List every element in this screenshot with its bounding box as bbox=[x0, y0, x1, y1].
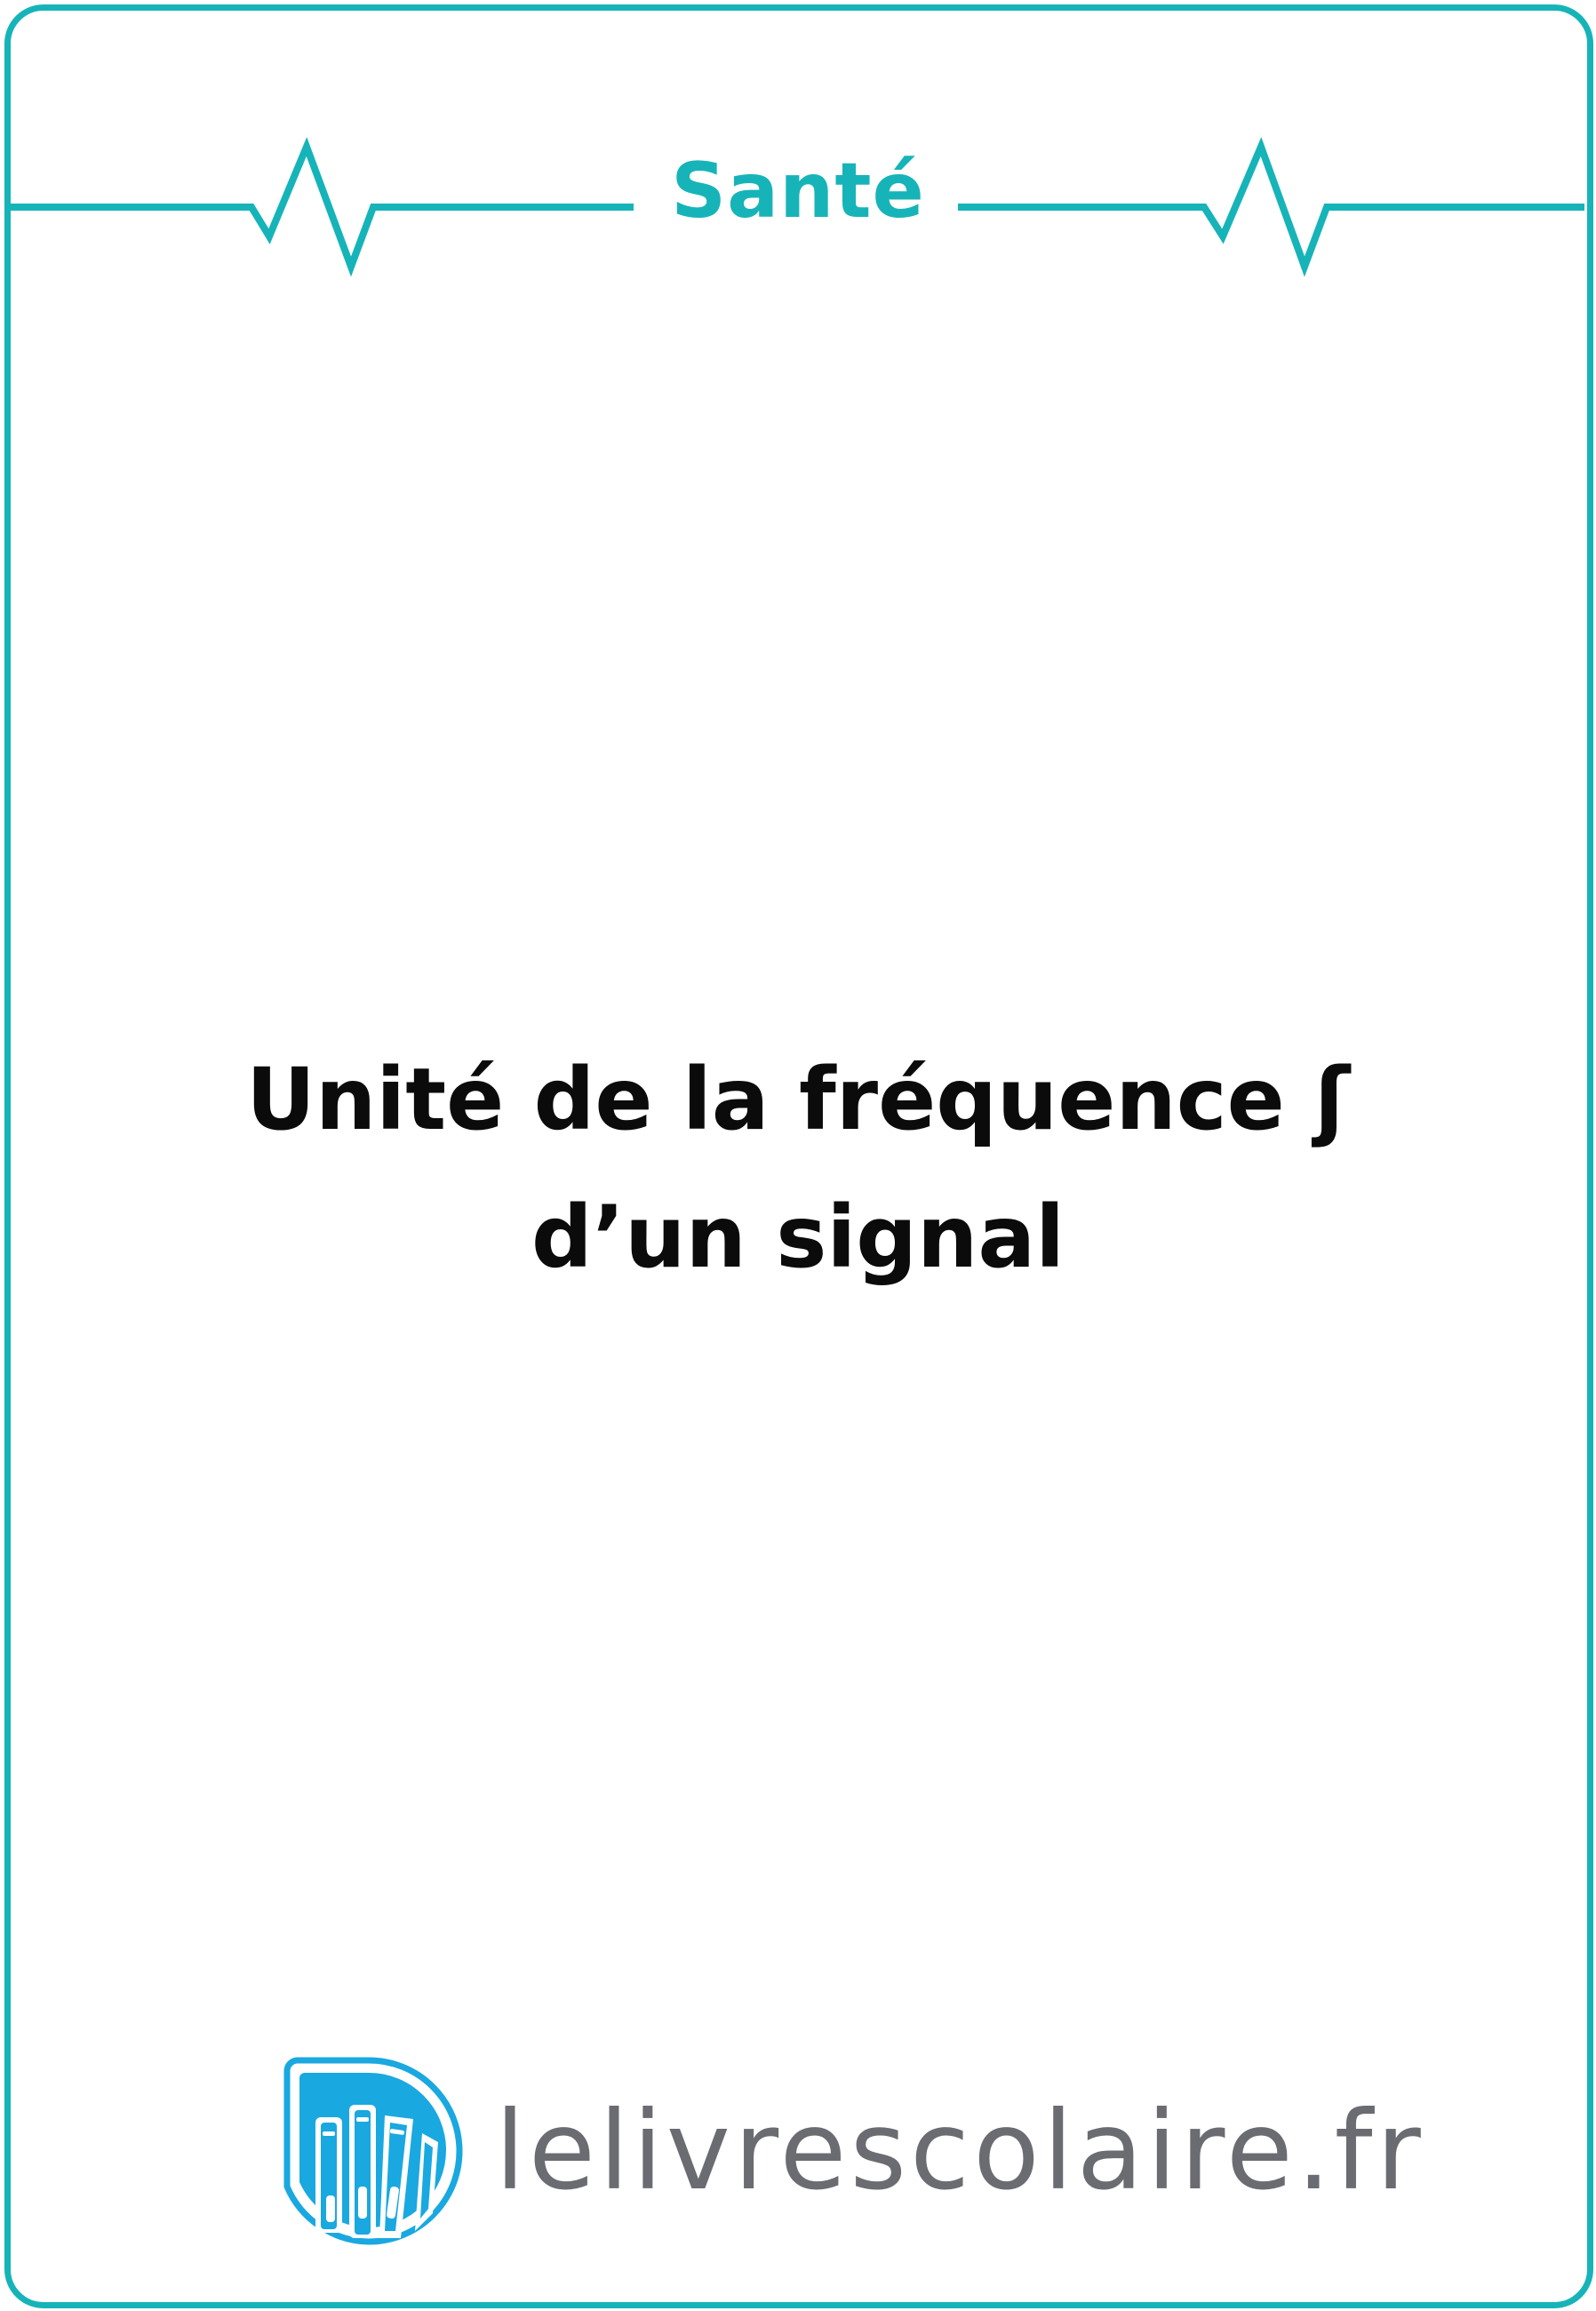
footer-logo[interactable]: lelivrescolaire.fr bbox=[280, 2053, 1424, 2249]
brand-name: lelivrescolaire.fr bbox=[495, 2088, 1424, 2214]
books-logo-icon bbox=[283, 2057, 463, 2245]
card-question: Unité de la fréquence ʃ d’un signal bbox=[107, 1031, 1489, 1307]
card-question-line-2: d’un signal bbox=[531, 1187, 1065, 1287]
card-question-line-1: Unité de la fréquence ʃ bbox=[246, 1050, 1350, 1149]
card-category-title: Santé bbox=[671, 147, 925, 236]
